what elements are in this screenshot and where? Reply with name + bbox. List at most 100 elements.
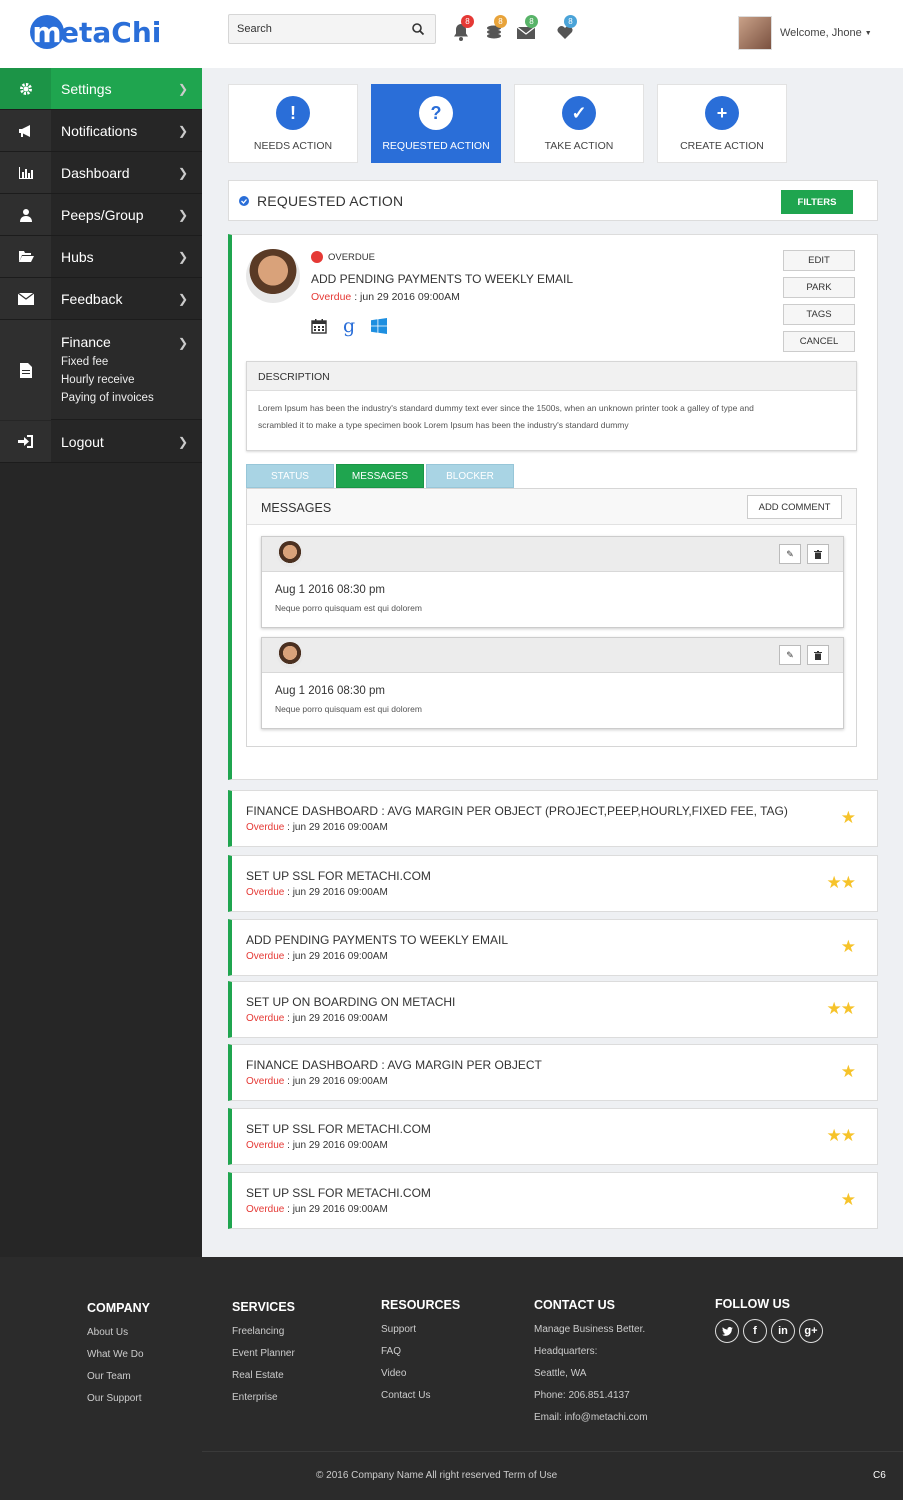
footer-link[interactable]: FAQ: [381, 1346, 460, 1357]
footer: COMPANY About Us What We Do Our Team Our…: [0, 1257, 903, 1500]
linkedin-icon[interactable]: in: [771, 1319, 795, 1343]
status-badge: OVERDUE: [328, 252, 375, 263]
twitter-icon[interactable]: [715, 1319, 739, 1343]
footer-text: Email: info@metachi.com: [534, 1412, 648, 1423]
tags-button[interactable]: TAGS: [783, 304, 855, 325]
filters-button[interactable]: FILTERS: [781, 190, 853, 214]
footer-link[interactable]: Event Planner: [232, 1348, 295, 1359]
tab-status[interactable]: STATUS: [246, 464, 334, 488]
overdue-label: Overdue: [246, 1140, 285, 1151]
search-icon[interactable]: [411, 22, 425, 36]
description-line: Lorem Ipsum has been the industry's stan…: [258, 403, 754, 413]
cancel-button[interactable]: CANCEL: [783, 331, 855, 352]
top-bar: m etaChi 8 8 8 8 Welcome, Jhone ▼: [0, 0, 903, 68]
task-row[interactable]: SET UP SSL FOR METACHI.COM Overdue : jun…: [228, 1108, 878, 1165]
sidebar-item-label: Settings: [61, 80, 112, 97]
star-icon[interactable]: ★: [841, 808, 856, 828]
mail-icon[interactable]: 8: [516, 15, 538, 42]
overdue-label: Overdue: [311, 291, 352, 303]
sidebar-subitem-hourly-receive[interactable]: Hourly receive: [61, 374, 178, 386]
sidebar-item-settings[interactable]: Settings ❯: [0, 68, 202, 110]
edit-button[interactable]: EDIT: [783, 250, 855, 271]
message-header: ✎: [262, 638, 843, 673]
overdue-label: Overdue: [246, 1076, 285, 1087]
sidebar-item-logout[interactable]: Logout ❯: [0, 421, 202, 463]
notifications-badge: 8: [461, 15, 474, 28]
card-actions: EDIT PARK TAGS CANCEL: [783, 250, 855, 352]
chevron-down-icon: ❯: [177, 336, 188, 350]
tab-take-action[interactable]: ✓ TAKE ACTION: [514, 84, 644, 163]
tab-blocker[interactable]: BLOCKER: [426, 464, 514, 488]
star-icon[interactable]: ★: [841, 937, 856, 957]
sidebar-item-peeps-group[interactable]: Peeps/Group ❯: [0, 194, 202, 236]
exclamation-icon: !: [276, 96, 310, 130]
add-comment-button[interactable]: ADD COMMENT: [747, 495, 842, 519]
sidebar-item-feedback[interactable]: Feedback ❯: [0, 278, 202, 320]
footer-link[interactable]: Our Team: [87, 1371, 150, 1382]
task-row[interactable]: ADD PENDING PAYMENTS TO WEEKLY EMAIL Ove…: [228, 919, 878, 976]
chevron-right-icon: ❯: [177, 123, 188, 138]
coins-icon[interactable]: 8: [485, 15, 507, 42]
footer-link[interactable]: About Us: [87, 1327, 150, 1338]
notifications-bell-icon[interactable]: 8: [452, 15, 474, 42]
user-menu[interactable]: Welcome, Jhone ▼: [738, 16, 872, 50]
footer-link[interactable]: Contact Us: [381, 1390, 460, 1401]
sidebar-item-label: Peeps/Group: [61, 206, 144, 223]
task-title: ADD PENDING PAYMENTS TO WEEKLY EMAIL: [311, 272, 574, 286]
task-row[interactable]: SET UP SSL FOR METACHI.COM Overdue : jun…: [228, 1172, 878, 1229]
calendar-icon[interactable]: [311, 318, 327, 334]
pencil-icon[interactable]: ✎: [779, 544, 801, 564]
trash-icon[interactable]: [807, 645, 829, 665]
footer-link[interactable]: Enterprise: [232, 1392, 295, 1403]
overdue-label: Overdue: [246, 1204, 285, 1215]
task-due: Overdue : jun 29 2016 09:00AM: [246, 1013, 388, 1024]
messages-panel: MESSAGES ADD COMMENT ✎ Aug 1 2016 08:30 …: [246, 488, 857, 747]
sidebar-item-finance[interactable]: Finance Fixed fee Hourly receive Paying …: [0, 320, 202, 420]
star-icon[interactable]: ★: [841, 1190, 856, 1210]
sidebar-subitem-fixed-fee[interactable]: Fixed fee: [61, 356, 178, 368]
due-separator: :: [284, 1204, 293, 1215]
star-icon[interactable]: ★: [841, 1062, 856, 1082]
due-date: jun 29 2016 09:00AM: [292, 887, 388, 898]
envelope-icon: [0, 278, 51, 319]
search-input[interactable]: [229, 15, 399, 43]
heart-icon[interactable]: 8: [555, 15, 577, 42]
footer-link[interactable]: What We Do: [87, 1349, 150, 1360]
task-row[interactable]: SET UP SSL FOR METACHI.COM Overdue : jun…: [228, 855, 878, 912]
due-separator: :: [284, 1076, 293, 1087]
windows-icon[interactable]: [371, 318, 388, 334]
megaphone-icon: [0, 110, 51, 151]
footer-link[interactable]: Video: [381, 1368, 460, 1379]
tab-messages[interactable]: MESSAGES: [336, 464, 424, 488]
star-icon[interactable]: ★★: [827, 999, 857, 1019]
task-title: FINANCE DASHBOARD : AVG MARGIN PER OBJEC…: [246, 1058, 542, 1072]
footer-link[interactable]: Real Estate: [232, 1370, 295, 1381]
logo[interactable]: m etaChi: [30, 12, 161, 52]
footer-link[interactable]: Our Support: [87, 1393, 150, 1404]
star-icon[interactable]: ★★: [827, 873, 857, 893]
task-row[interactable]: FINANCE DASHBOARD : AVG MARGIN PER OBJEC…: [228, 790, 878, 847]
sidebar-item-notifications[interactable]: Notifications ❯: [0, 110, 202, 152]
task-row[interactable]: SET UP ON BOARDING ON METACHI Overdue : …: [228, 981, 878, 1038]
google-icon[interactable]: g: [343, 317, 355, 336]
google-plus-icon[interactable]: g+: [799, 1319, 823, 1343]
task-due: Overdue : jun 29 2016 09:00AM: [246, 1140, 388, 1151]
sidebar-item-dashboard[interactable]: Dashboard ❯: [0, 152, 202, 194]
sidebar-subitem-paying-invoices[interactable]: Paying of invoices: [61, 392, 178, 404]
tab-create-action[interactable]: + CREATE ACTION: [657, 84, 787, 163]
footer-link[interactable]: Support: [381, 1324, 460, 1335]
footer-link[interactable]: Freelancing: [232, 1326, 295, 1337]
task-title: SET UP ON BOARDING ON METACHI: [246, 995, 456, 1009]
tab-needs-action[interactable]: ! NEEDS ACTION: [228, 84, 358, 163]
due-date: jun 29 2016 09:00AM: [292, 1140, 388, 1151]
chevron-right-icon: ❯: [177, 81, 188, 96]
park-button[interactable]: PARK: [783, 277, 855, 298]
task-title: FINANCE DASHBOARD : AVG MARGIN PER OBJEC…: [246, 804, 788, 818]
pencil-icon[interactable]: ✎: [779, 645, 801, 665]
trash-icon[interactable]: [807, 544, 829, 564]
star-icon[interactable]: ★★: [827, 1126, 857, 1146]
tab-requested-action[interactable]: ? REQUESTED ACTION: [371, 84, 501, 163]
facebook-icon[interactable]: f: [743, 1319, 767, 1343]
sidebar-item-hubs[interactable]: Hubs ❯: [0, 236, 202, 278]
task-row[interactable]: FINANCE DASHBOARD : AVG MARGIN PER OBJEC…: [228, 1044, 878, 1101]
